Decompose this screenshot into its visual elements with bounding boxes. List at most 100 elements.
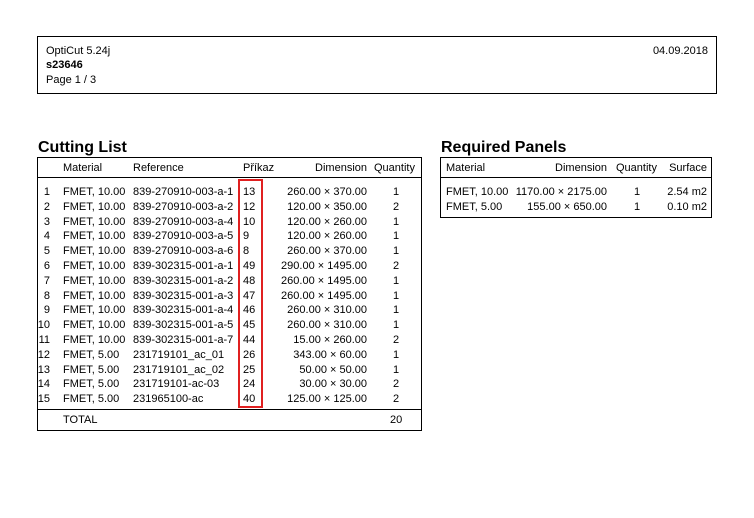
rp-row-quantity: 1 <box>634 186 641 198</box>
row-quantity: 2 <box>393 334 400 346</box>
row-dimension: 260.00 × 370.00 <box>287 245 367 258</box>
row-reference: 839-270910-003-a-1 <box>133 186 234 198</box>
row-number: 5 <box>43 245 50 258</box>
row-material: FMET, 5.00 <box>63 378 120 391</box>
row-dimension: 260.00 × 1495.00 <box>281 274 367 287</box>
row-quantity: 1 <box>393 215 400 228</box>
required-panels-title: Required Panels <box>441 139 567 156</box>
cutting-list-table: Material Reference Příkaz Dimension Quan… <box>37 157 422 431</box>
page-number: Page 1 / 3 <box>46 74 97 86</box>
row-number: 4 <box>43 230 50 243</box>
row-material: FMET, 5.00 <box>63 393 120 406</box>
row-number: 9 <box>43 304 50 317</box>
table-row: 1 FMET, 10.00 839-270910-003-a-1 13 260.00 ×… <box>38 185 421 200</box>
rp-col-header-dimension: Dimension <box>555 162 607 174</box>
required-panels-table: Material Dimension Quantity Surface FMET… <box>440 157 712 218</box>
row-quantity: 2 <box>393 200 400 213</box>
row-number: 10 <box>37 319 50 332</box>
rp-row-material: FMET, 5.00 <box>446 200 503 213</box>
row-quantity: 1 <box>393 245 400 258</box>
row-quantity: 1 <box>393 348 400 361</box>
row-dimension: 290.00 × 1495.00 <box>281 260 367 272</box>
row-material: FMET, 10.00 <box>63 230 126 243</box>
row-material: FMET, 10.00 <box>63 334 126 346</box>
row-dimension: 15.00 × 260.00 <box>293 334 367 346</box>
table-row: 7 FMET, 10.00 839-302315-001-a-2 48 260.00 ×… <box>38 274 421 289</box>
row-dimension: 30.00 × 30.00 <box>299 378 367 391</box>
row-dimension: 120.00 × 350.00 <box>287 200 367 213</box>
col-header-dimension: Dimension <box>315 162 367 174</box>
row-material: FMET, 10.00 <box>63 304 126 317</box>
row-number: 1 <box>43 186 50 198</box>
rp-col-header-surface: Surface <box>669 162 707 174</box>
app-version: OptiCut 5.24j <box>46 45 111 57</box>
report-header: OptiCut 5.24j s23646 Page 1 / 3 04.09.20… <box>37 36 717 94</box>
row-dimension: 343.00 × 60.00 <box>293 348 367 361</box>
row-material: FMET, 10.00 <box>63 215 126 228</box>
row-number: 7 <box>43 274 50 287</box>
row-material: FMET, 10.00 <box>63 186 126 198</box>
row-reference: 839-302315-001-a-1 <box>133 260 234 272</box>
table-row: FMET, 10.00 1170.00 × 2175.00 1 2.54 m2 <box>441 185 711 200</box>
row-reference: 839-270910-003-a-5 <box>133 230 234 243</box>
row-quantity: 1 <box>393 274 400 287</box>
row-material: FMET, 10.00 <box>63 245 126 258</box>
rp-row-surface: 0.10 m2 <box>667 200 707 213</box>
row-reference: 839-270910-003-a-2 <box>133 200 234 213</box>
rp-row-dimension: 155.00 × 650.00 <box>527 200 607 213</box>
row-material: FMET, 10.00 <box>63 274 126 287</box>
row-reference: 231965100-ac <box>133 393 204 406</box>
row-reference: 839-270910-003-a-4 <box>133 215 234 228</box>
row-number: 11 <box>38 334 50 346</box>
report-date: 04.09.2018 <box>652 45 708 57</box>
row-number: 14 <box>37 378 50 391</box>
row-quantity: 1 <box>393 319 400 332</box>
row-dimension: 260.00 × 310.00 <box>287 319 367 332</box>
row-reference: 839-302315-001-a-3 <box>133 289 234 302</box>
project-name: s23646 <box>46 59 83 71</box>
row-material: FMET, 10.00 <box>63 260 126 272</box>
row-number: 12 <box>37 348 50 361</box>
row-quantity: 2 <box>393 260 400 272</box>
row-quantity: 2 <box>393 393 400 406</box>
table-row: 3 FMET, 10.00 839-270910-003-a-4 10 120.00 ×… <box>38 215 421 230</box>
col-header-reference: Reference <box>133 162 184 174</box>
col-header-quantity: Quantity <box>374 162 415 174</box>
table-row: 14 FMET, 5.00 231719101-ac-03 24 30.00 × 30.… <box>38 377 421 392</box>
row-material: FMET, 10.00 <box>63 289 126 302</box>
row-reference: 839-302315-001-a-4 <box>133 304 234 317</box>
table-row: 10 FMET, 10.00 839-302315-001-a-5 45 260.00 … <box>38 318 421 333</box>
row-reference: 839-270910-003-a-6 <box>133 245 234 258</box>
table-row: 11 FMET, 10.00 839-302315-001-a-7 44 15.00 ×… <box>38 333 421 348</box>
row-number: 2 <box>43 200 50 213</box>
row-number: 15 <box>37 393 50 406</box>
row-material: FMET, 5.00 <box>63 348 120 361</box>
table-row: FMET, 5.00 155.00 × 650.00 1 0.10 m2 <box>441 200 711 215</box>
rp-row-dimension: 1170.00 × 2175.00 <box>515 186 607 198</box>
row-quantity: 1 <box>393 289 400 302</box>
row-reference: 839-302315-001-a-5 <box>133 319 234 332</box>
table-row: 6 FMET, 10.00 839-302315-001-a-1 49 290.00 ×… <box>38 259 421 274</box>
rp-row-quantity: 1 <box>634 200 641 213</box>
row-number: 3 <box>43 215 50 228</box>
row-dimension: 260.00 × 310.00 <box>287 304 367 317</box>
cutting-list-title: Cutting List <box>38 139 127 156</box>
row-reference: 839-302315-001-a-2 <box>133 274 234 287</box>
table-row: 2 FMET, 10.00 839-270910-003-a-2 12 120.00 ×… <box>38 200 421 215</box>
row-number: 6 <box>43 260 50 272</box>
row-reference: 231719101_ac_02 <box>133 363 225 376</box>
required-panels-header-row: Material Dimension Quantity Surface <box>441 158 711 178</box>
row-dimension: 120.00 × 260.00 <box>287 215 367 228</box>
row-number: 8 <box>43 289 50 302</box>
rp-row-material: FMET, 10.00 <box>446 186 509 198</box>
row-material: FMET, 10.00 <box>63 200 126 213</box>
row-quantity: 1 <box>393 230 400 243</box>
col-header-material: Material <box>63 162 103 174</box>
row-number: 13 <box>37 363 50 376</box>
row-quantity: 2 <box>393 378 400 391</box>
row-reference: 839-302315-001-a-7 <box>133 334 234 346</box>
row-material: FMET, 10.00 <box>63 319 126 332</box>
row-dimension: 50.00 × 50.00 <box>299 363 367 376</box>
rp-row-surface: 2.54 m2 <box>667 186 707 198</box>
col-header-prikaz: Příkaz <box>243 162 275 174</box>
